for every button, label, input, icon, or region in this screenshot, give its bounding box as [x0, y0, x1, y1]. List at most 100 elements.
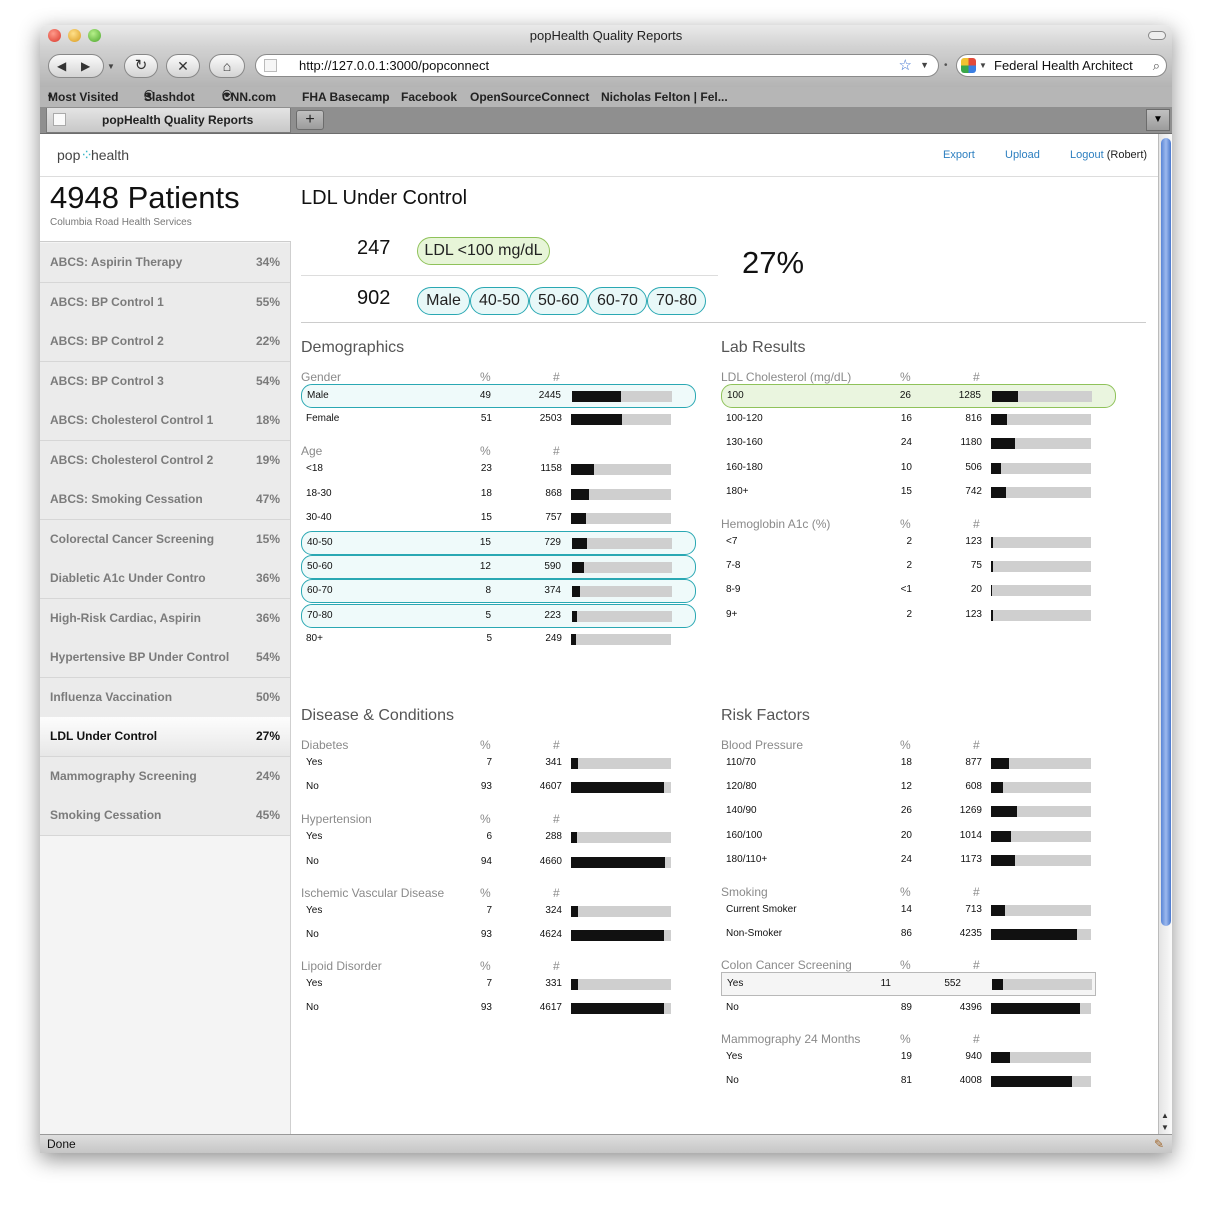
stat-row[interactable]: Yes 11 552	[721, 972, 1096, 997]
forward-arrow-icon[interactable]: ▶	[81, 55, 90, 77]
stat-row[interactable]: Male 49 2445	[301, 384, 696, 408]
stat-row[interactable]: 9+ 2 123	[721, 604, 1116, 628]
zoom-window-button[interactable]	[88, 29, 101, 42]
row-bar	[992, 391, 1092, 402]
measure-item[interactable]: Influenza Vaccination 50%	[40, 677, 290, 718]
home-button[interactable]: ⌂	[209, 54, 245, 78]
bookmark-star-icon[interactable]: ☆	[899, 55, 912, 76]
history-dropdown-icon[interactable]: ▼	[107, 62, 115, 71]
stat-row[interactable]: 140/90 26 1269	[721, 800, 1116, 824]
stat-row[interactable]: <18 23 1158	[301, 458, 696, 482]
search-text[interactable]: Federal Health Architect	[994, 55, 1133, 76]
stat-row[interactable]: 100-120 16 816	[721, 408, 1116, 432]
measure-item[interactable]: High-Risk Cardiac, Aspirin 36%	[40, 598, 290, 639]
bookmark-nicholas-felton[interactable]: Nicholas Felton | Fel...	[601, 87, 728, 107]
stat-row[interactable]: <7 2 123	[721, 531, 1116, 555]
stat-row[interactable]: 110/70 18 877	[721, 752, 1116, 776]
measure-item[interactable]: Hypertensive BP Under Control 54%	[40, 638, 290, 678]
stat-row[interactable]: No 89 4396	[721, 997, 1116, 1021]
stat-row[interactable]: Yes 7 341	[301, 752, 696, 776]
back-arrow-icon[interactable]: ◀	[57, 55, 66, 77]
logout-link[interactable]: Logout (Robert)	[1070, 149, 1147, 161]
measure-item[interactable]: Diabletic A1c Under Contro 36%	[40, 559, 290, 599]
group-header: Hypertension	[301, 812, 372, 827]
stat-row[interactable]: Yes 7 331	[301, 973, 696, 997]
filter-pill-age-70-80[interactable]: 70-80	[647, 287, 706, 315]
search-bar[interactable]: ▼ Federal Health Architect ⌕	[956, 54, 1167, 77]
scroll-down-arrow-icon[interactable]: ▼	[1161, 1123, 1169, 1132]
resize-grip-icon[interactable]: ✎	[1154, 1135, 1164, 1153]
stat-row[interactable]: Yes 19 940	[721, 1046, 1116, 1070]
stat-row[interactable]: Yes 6 288	[301, 826, 696, 850]
stat-row[interactable]: 50-60 12 590	[301, 555, 696, 580]
close-window-button[interactable]	[48, 29, 61, 42]
tab-list-button[interactable]: ▼	[1146, 109, 1170, 131]
stat-row[interactable]: 7-8 2 75	[721, 555, 1116, 579]
measure-item[interactable]: LDL Under Control 27%	[40, 717, 290, 757]
measure-item[interactable]: ABCS: BP Control 3 54%	[40, 361, 290, 402]
bookmark-fha-basecamp[interactable]: FHA Basecamp	[302, 87, 390, 107]
bookmark-facebook[interactable]: Facebook	[401, 87, 457, 107]
stat-row[interactable]: No 81 4008	[721, 1070, 1116, 1094]
bookmark-opensourceconnect[interactable]: OpenSourceConnect	[470, 87, 589, 107]
stat-row[interactable]: 120/80 12 608	[721, 776, 1116, 800]
stat-row[interactable]: 160-180 10 506	[721, 457, 1116, 481]
measure-item[interactable]: Colorectal Cancer Screening 15%	[40, 519, 290, 560]
search-engine-dropdown-icon[interactable]: ▼	[979, 55, 987, 76]
reload-button[interactable]: ↻	[124, 54, 158, 78]
url-bar[interactable]: http://127.0.0.1:3000/popconnect ☆ ▼	[255, 54, 939, 77]
stat-row[interactable]: Current Smoker 14 713	[721, 899, 1116, 923]
row-bar-fill	[991, 486, 1006, 498]
filter-pill-ldl[interactable]: LDL <100 mg/dL	[417, 237, 550, 265]
stat-row[interactable]: Yes 7 324	[301, 900, 696, 924]
stat-row[interactable]: No 93 4624	[301, 924, 696, 948]
stat-row[interactable]: 80+ 5 249	[301, 628, 696, 652]
measure-item[interactable]: Smoking Cessation 45%	[40, 796, 290, 836]
url-text[interactable]: http://127.0.0.1:3000/popconnect	[299, 55, 489, 76]
stat-row[interactable]: 8-9 <1 20	[721, 579, 1116, 603]
scroll-up-arrow-icon[interactable]: ▲	[1161, 1111, 1169, 1120]
stat-row[interactable]: No 93 4617	[301, 997, 696, 1021]
tab-pophealth[interactable]: popHealth Quality Reports	[46, 108, 291, 133]
stat-row[interactable]: No 94 4660	[301, 851, 696, 875]
stat-row[interactable]: Non-Smoker 86 4235	[721, 923, 1116, 947]
stat-row[interactable]: 160/100 20 1014	[721, 825, 1116, 849]
stat-row[interactable]: No 93 4607	[301, 776, 696, 800]
new-tab-button[interactable]: +	[296, 110, 324, 130]
measure-item[interactable]: Mammography Screening 24%	[40, 756, 290, 797]
search-engine-icon[interactable]	[961, 58, 976, 73]
filter-pill-age-40-50[interactable]: 40-50	[470, 287, 529, 315]
stat-row[interactable]: 70-80 5 223	[301, 603, 696, 628]
scrollbar-thumb[interactable]	[1161, 138, 1171, 926]
row-bar	[991, 537, 1091, 548]
measure-item[interactable]: ABCS: BP Control 2 22%	[40, 322, 290, 362]
stop-button[interactable]: ✕	[166, 54, 200, 78]
measure-item[interactable]: ABCS: Cholesterol Control 2 19%	[40, 440, 290, 481]
measure-item[interactable]: ABCS: Cholesterol Control 1 18%	[40, 401, 290, 441]
stat-row[interactable]: Female 51 2503	[301, 408, 696, 432]
minimize-window-button[interactable]	[68, 29, 81, 42]
vertical-scrollbar[interactable]: ▲ ▼	[1158, 134, 1172, 1134]
toolbar-toggle-button[interactable]	[1148, 31, 1166, 40]
stat-row[interactable]: 130-160 24 1180	[721, 432, 1116, 456]
export-link[interactable]: Export	[943, 149, 975, 161]
stat-row[interactable]: 100 26 1285	[721, 384, 1116, 408]
back-forward-button[interactable]: ◀ ▶	[48, 54, 104, 78]
url-dropdown-icon[interactable]: ▼	[920, 55, 929, 76]
stat-row[interactable]: 180+ 15 742	[721, 481, 1116, 505]
stat-row[interactable]: 30-40 15 757	[301, 507, 696, 531]
app-logo[interactable]: pop⁘health	[57, 146, 129, 164]
filter-pill-age-60-70[interactable]: 60-70	[588, 287, 647, 315]
stat-row[interactable]: 180/110+ 24 1173	[721, 849, 1116, 873]
search-icon[interactable]: ⌕	[1153, 55, 1160, 76]
measure-item[interactable]: ABCS: Smoking Cessation 47%	[40, 480, 290, 520]
filter-pill-male[interactable]: Male	[417, 287, 470, 315]
measure-item[interactable]: ABCS: Aspirin Therapy 34%	[40, 243, 290, 283]
stat-row[interactable]: 40-50 15 729	[301, 531, 696, 555]
filter-pill-age-50-60[interactable]: 50-60	[529, 287, 588, 315]
measure-item[interactable]: ABCS: BP Control 1 55%	[40, 282, 290, 323]
row-label: 9+	[726, 608, 738, 620]
stat-row[interactable]: 60-70 8 374	[301, 579, 696, 604]
stat-row[interactable]: 18-30 18 868	[301, 483, 696, 507]
upload-link[interactable]: Upload	[1005, 149, 1040, 161]
